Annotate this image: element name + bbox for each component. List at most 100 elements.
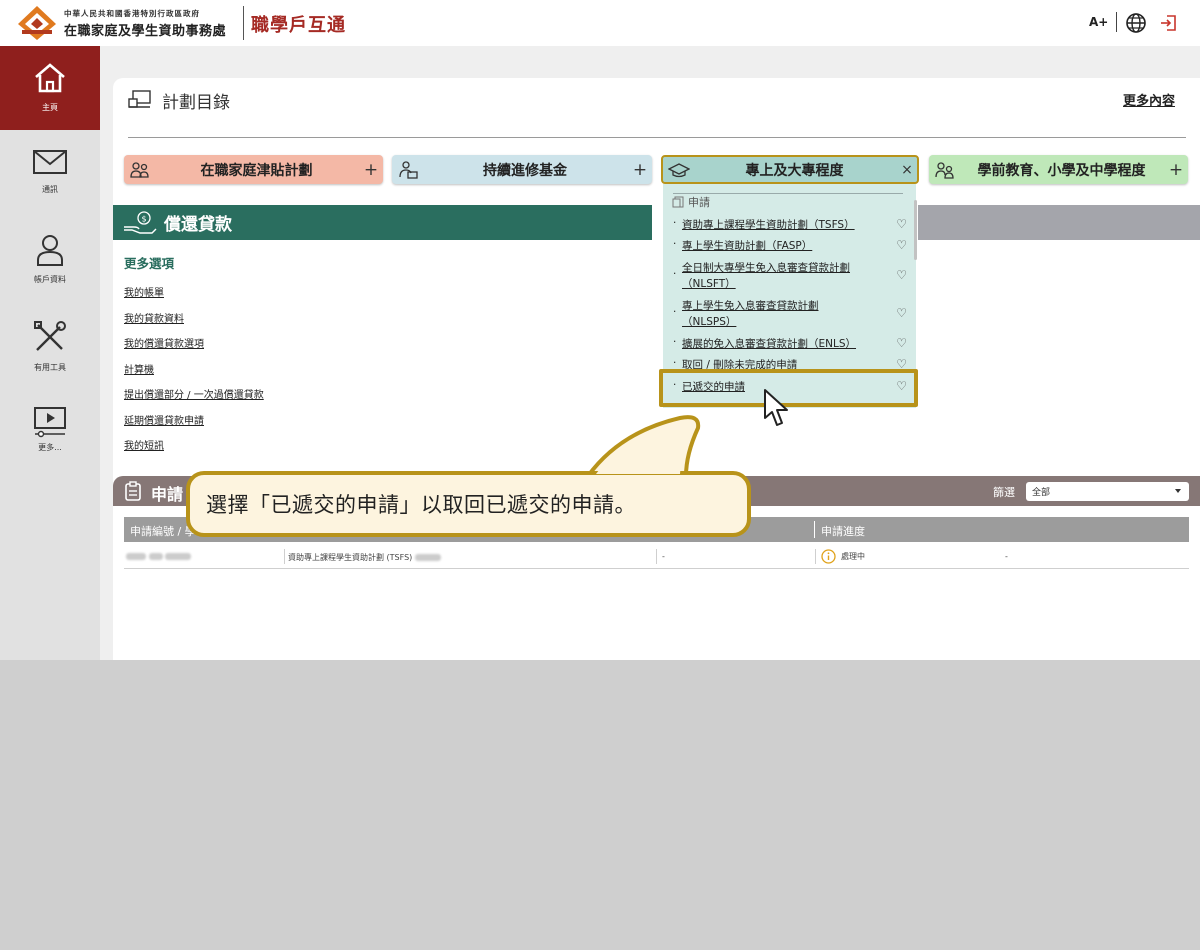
font-size-button[interactable]: A+ [1089,15,1108,29]
laptop-icon [128,90,151,108]
family-icon [130,161,149,178]
tab-label: 專上及大專程度 [745,162,844,179]
filter-label: 篩選 [993,486,1015,499]
filter-select[interactable]: 全部 [1026,482,1189,501]
sidebar-item-tools[interactable]: 有用工具 [0,304,100,388]
favourite-heart-icon[interactable]: ♡ [896,306,907,320]
dropdown-item-nlsft[interactable]: · 全日制大專學生免入息審查貸款計劃（NLSFT） ♡ [673,260,907,294]
sidebar-item-home[interactable]: 主頁 [0,46,100,130]
home-icon [35,63,65,93]
graduation-cap-icon [668,162,690,177]
col-header-progress: 申請進度 [821,525,865,538]
favourite-heart-icon[interactable]: ♡ [896,268,907,282]
catalogue-title: 計劃目錄 [162,93,230,113]
clipboard-icon [125,481,141,501]
repay-title: 償還貸款 [164,215,232,235]
repay-link-early[interactable]: 提出償還部分 / 一次過償還貸款 [124,386,264,412]
dropdown-scrollbar[interactable] [914,200,917,260]
dropdown-item-fasp[interactable]: · 專上學生資助計劃（FASP） ♡ [673,238,907,256]
tab-wfa[interactable]: 在職家庭津貼計劃 + [124,155,383,184]
video-icon [34,407,66,438]
repay-links: 更多選項 我的帳單 我的貸款資料 我的償還貸款選項 計算機 提出償還部分 / 一… [124,253,264,463]
row-col5: - [1005,552,1008,561]
user-icon [37,235,63,266]
chevron-down-icon [1175,489,1181,493]
repayment-icon: $ [124,210,157,234]
sidebar-item-account[interactable]: 帳戶資料 [0,218,100,302]
expand-icon[interactable]: + [362,160,380,180]
row-scheme: 資助專上課程學生資助計劃 (TSFS) [288,552,441,563]
repay-link-sms[interactable]: 我的短訊 [124,437,264,463]
column-divider [814,521,815,538]
repay-link-loan-info[interactable]: 我的貸款資料 [124,310,264,336]
table-row[interactable]: 資助專上課程學生資助計劃 (TSFS) - 處理中 - [124,546,1189,569]
sidebar-item-messages[interactable]: 通訊 [0,132,100,216]
expand-icon[interactable]: + [1167,160,1185,180]
tab-cef[interactable]: 持續進修基金 + [392,155,652,184]
tab-school[interactable]: 學前教育、小學及中學程度 + [929,155,1188,184]
svg-text:$: $ [142,214,147,223]
mouse-cursor-icon [764,389,788,426]
tab-label: 在職家庭津貼計劃 [200,162,313,179]
students-icon [935,161,954,179]
dropdown-section-title: 申請 [672,194,710,210]
logout-icon[interactable] [1158,12,1180,34]
sidebar: 主頁 通訊 帳戶資料 有用工具 更多... [0,46,100,660]
cell-divider [284,549,285,564]
repay-link-calculator[interactable]: 計算機 [124,361,264,387]
gov-name: 中華人民共和國香港特別行政區政府 [64,9,200,18]
instruction-callout: 選擇「已遞交的申請」以取回已遞交的申請。 [186,471,751,537]
sidebar-item-label: 帳戶資料 [34,275,66,284]
app-window: 中華人民共和國香港特別行政區政府 在職家庭及學生資助事務處 職學戶互通 A+ 主… [0,0,1200,660]
favourite-heart-icon[interactable]: ♡ [896,238,907,252]
org-name-block: 中華人民共和國香港特別行政區政府 在職家庭及學生資助事務處 [64,8,226,39]
right-panel-header [918,205,1200,240]
sidebar-item-label: 通訊 [42,185,58,194]
globe-icon[interactable] [1125,12,1147,34]
expand-icon[interactable]: + [631,160,649,180]
col-header-app-no: 申請編號 / 學 [130,525,196,538]
close-icon[interactable]: × [899,162,915,178]
tab-post-secondary[interactable]: 專上及大專程度 × [661,155,919,184]
sidebar-item-label: 更多... [38,443,62,452]
applications-title: 申請 [151,485,184,504]
catalogue-divider [128,137,1186,138]
dropdown-item-enls[interactable]: · 擴展的免入息審查貸款計劃（ENLS） ♡ [673,336,907,354]
header-divider [243,6,244,40]
tab-label: 學前教育、小學及中學程度 [977,162,1146,179]
wfsfaa-logo[interactable] [16,4,58,42]
repay-header: $ 償還貸款 [113,205,652,240]
repay-link-deferment[interactable]: 延期償還貸款申請 [124,412,264,438]
callout-text: 選擇「已遞交的申請」以取回已遞交的申請。 [206,493,636,517]
row-scheme-text: 資助專上課程學生資助計劃 (TSFS) [288,553,413,562]
repay-link-bills[interactable]: 我的帳單 [124,284,264,310]
filter-select-value: 全部 [1032,488,1051,498]
dropdown-item-tsfs[interactable]: · 資助專上課程學生資助計劃（TSFS） ♡ [673,217,907,235]
mail-icon [33,150,67,174]
learner-icon [399,160,418,179]
more-content-link[interactable]: 更多內容 [1123,90,1175,109]
repay-link-options[interactable]: 我的償還貸款選項 [124,335,264,361]
app-no-redacted [126,552,192,561]
dropdown-item-nlsps[interactable]: · 專上學生免入息審查貸款計劃（NLSPS） ♡ [673,298,907,332]
document-icon [672,196,684,208]
org-name: 在職家庭及學生資助事務處 [64,24,227,39]
cell-divider [656,549,657,564]
tab-label: 持續進修基金 [483,162,567,179]
favourite-heart-icon[interactable]: ♡ [896,336,907,350]
row-status-text: 處理中 [841,552,865,561]
sidebar-item-label: 主頁 [42,103,58,112]
more-options-heading: 更多選項 [124,256,175,271]
favourite-heart-icon[interactable]: ♡ [896,217,907,231]
brand-title[interactable]: 職學戶互通 [251,11,346,37]
info-icon [821,549,836,564]
section-label: 申請 [688,196,710,209]
sidebar-item-label: 有用工具 [34,363,66,372]
cell-divider [815,549,816,564]
top-header: 中華人民共和國香港特別行政區政府 在職家庭及學生資助事務處 職學戶互通 A+ [0,0,1200,46]
sidebar-item-more[interactable]: 更多... [0,390,100,474]
header-separator [1116,12,1117,32]
row-status: 處理中 [821,549,865,564]
tools-icon [34,321,66,351]
row-col3: - [662,552,665,561]
